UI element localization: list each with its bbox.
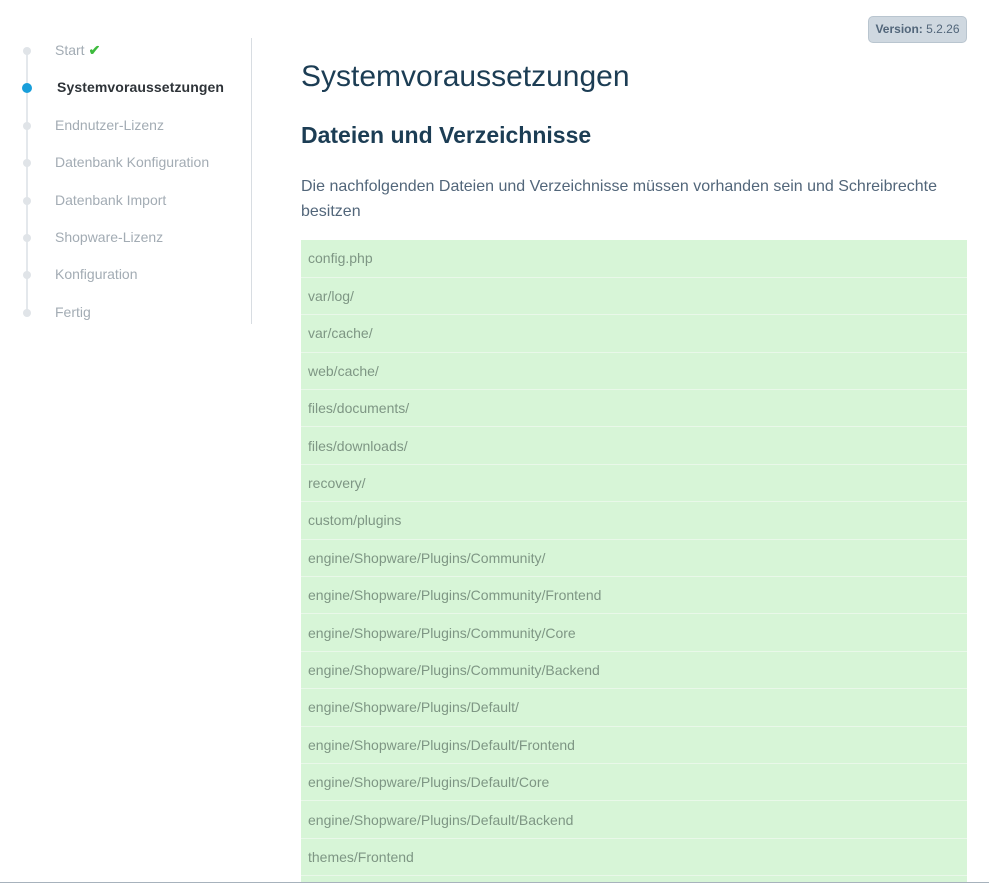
file-path: engine/Shopware/Plugins/Community/Core xyxy=(308,624,576,641)
step-fertig[interactable]: Fertig xyxy=(0,301,250,325)
step-dot xyxy=(23,159,31,167)
step-dot xyxy=(23,271,31,279)
file-path: var/log/ xyxy=(308,288,354,305)
step-start[interactable]: Start ✔ xyxy=(0,39,250,63)
installer-page: Version: 5.2.26 Start ✔ Systemvoraussetzu… xyxy=(0,0,989,885)
file-path: themes/Frontend xyxy=(308,848,414,865)
step-label: Datenbank Import xyxy=(55,192,167,208)
file-path: engine/Shopware/Plugins/Community/Fronte… xyxy=(308,587,602,604)
file-permissions-table: config.php var/log/ var/cache/ web/cache… xyxy=(301,240,967,885)
file-path: engine/Shopware/Plugins/Default/Core xyxy=(308,774,550,791)
file-path: engine/Shopware/Plugins/Community/Backen… xyxy=(308,661,600,678)
file-path: web/cache/ xyxy=(308,362,379,379)
step-label: Shopware-Lizenz xyxy=(55,229,164,245)
step-dot xyxy=(23,309,31,317)
step-systemvoraussetzungen[interactable]: Systemvoraussetzungen xyxy=(0,76,250,100)
step-label: Datenbank Konfiguration xyxy=(55,154,210,170)
file-path: config.php xyxy=(308,250,373,267)
step-dot xyxy=(23,122,31,130)
step-shopware-lizenz[interactable]: Shopware-Lizenz xyxy=(0,226,250,250)
table-row: engine/Shopware/Plugins/Community/Fronte… xyxy=(301,576,967,614)
installer-steps-sidebar: Start ✔ Systemvoraussetzungen Endnutzer-L… xyxy=(0,38,252,324)
table-row: engine/Shopware/Plugins/Community/Backen… xyxy=(301,651,967,689)
step-datenbank-konfiguration[interactable]: Datenbank Konfiguration xyxy=(0,151,250,175)
step-dot xyxy=(23,197,31,205)
table-row: var/cache/ xyxy=(301,314,967,353)
section-description: Die nachfolgenden Dateien und Verzeichni… xyxy=(301,178,937,220)
file-path: files/downloads/ xyxy=(308,437,408,454)
file-path: engine/Shopware/Plugins/Default/ xyxy=(308,699,519,716)
section-title: Dateien und Verzeichnisse xyxy=(301,122,592,148)
version-number: 5.2.26 xyxy=(926,22,960,36)
file-path: recovery/ xyxy=(308,475,366,492)
step-dot xyxy=(23,47,31,55)
step-label: Systemvoraussetzungen xyxy=(57,79,225,95)
table-row: files/downloads/ xyxy=(301,426,967,465)
table-row: custom/plugins xyxy=(301,501,967,540)
page-title: Systemvoraussetzungen xyxy=(301,60,630,93)
step-datenbank-import[interactable]: Datenbank Import xyxy=(0,189,250,213)
table-row: engine/Shopware/Plugins/Community/ xyxy=(301,539,967,577)
version-label: Version: xyxy=(875,22,923,36)
file-path: var/cache/ xyxy=(308,325,373,342)
table-row: recovery/ xyxy=(301,464,967,502)
table-row: files/documents/ xyxy=(301,389,967,427)
check-icon: ✔ xyxy=(88,42,101,58)
file-path: engine/Shopware/Plugins/Default/Frontend xyxy=(308,736,575,753)
file-path: engine/Shopware/Plugins/Community/ xyxy=(308,549,546,566)
table-row: engine/Shopware/Plugins/Community/Core xyxy=(301,613,967,652)
step-label: Fertig xyxy=(55,304,91,320)
table-row: engine/Shopware/Plugins/Default/Core xyxy=(301,763,967,801)
step-endnutzer-lizenz[interactable]: Endnutzer-Lizenz xyxy=(0,114,250,138)
table-row: var/log/ xyxy=(301,277,967,315)
file-path: custom/plugins xyxy=(308,512,402,529)
step-label: Konfiguration xyxy=(55,266,138,282)
step-dot xyxy=(23,234,31,242)
version-badge: Version: 5.2.26 xyxy=(868,16,967,43)
step-label: Start xyxy=(55,42,85,58)
table-row: config.php xyxy=(301,240,967,278)
active-step-dot xyxy=(22,83,32,93)
table-row: engine/Shopware/Plugins/Default/ xyxy=(301,688,967,727)
step-konfiguration[interactable]: Konfiguration xyxy=(0,263,250,287)
table-row: engine/Shopware/Plugins/Default/Backend xyxy=(301,800,967,839)
step-label: Endnutzer-Lizenz xyxy=(55,117,164,133)
table-row: themes/Frontend xyxy=(301,838,967,876)
file-path: files/documents/ xyxy=(308,400,410,417)
table-row: web/cache/ xyxy=(301,352,967,390)
table-row: engine/Shopware/Plugins/Default/Frontend xyxy=(301,726,967,764)
file-path: engine/Shopware/Plugins/Default/Backend xyxy=(308,811,574,828)
